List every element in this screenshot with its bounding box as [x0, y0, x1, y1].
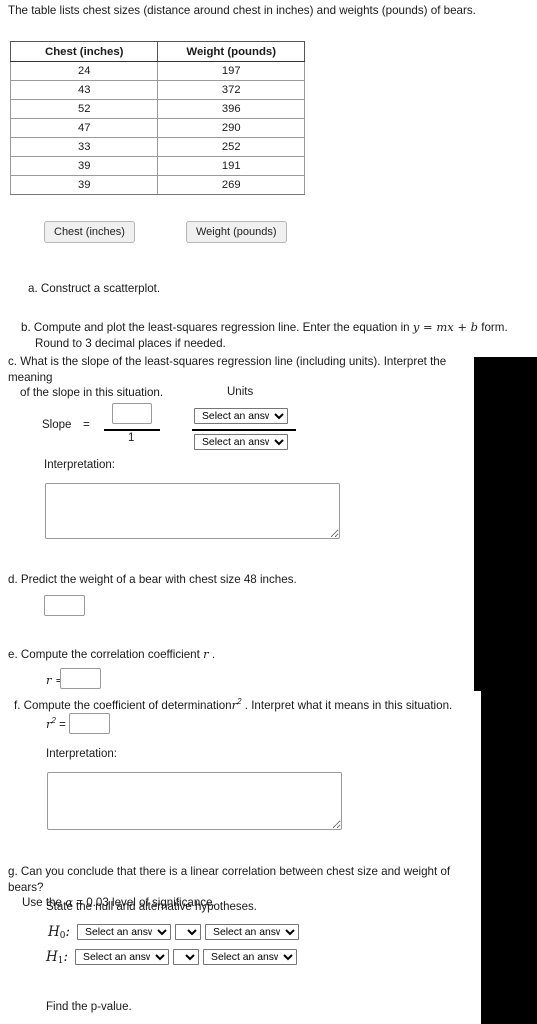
determination-coefficient-input[interactable] [69, 713, 110, 734]
cell-chest: 39 [9, 175, 159, 195]
h0-operator-select[interactable]: ? [175, 924, 202, 940]
question-f: f. Compute the coefficient of determinat… [14, 694, 454, 713]
occlusion-overlay-top [474, 357, 537, 691]
table-row: 24 197 [9, 61, 305, 81]
slope-denominator: 1 [128, 432, 135, 444]
cell-chest: 39 [9, 156, 159, 176]
column-header-weight: Weight (pounds) [157, 41, 305, 62]
question-d: d. Predict the weight of a bear with che… [8, 572, 428, 588]
question-b-text-part2: form. [481, 321, 508, 334]
intro-text: The table lists chest sizes (distance ar… [8, 4, 476, 17]
h1-operator-select[interactable]: ? [173, 949, 200, 965]
correlation-coefficient-input[interactable] [60, 668, 101, 689]
table-row: 39 269 [9, 175, 305, 195]
cell-chest: 24 [9, 61, 159, 81]
r2-equals: = [59, 718, 66, 731]
null-hypothesis-row: H0: Select an answer ? Select an answer [48, 924, 300, 941]
h0-right-select[interactable]: Select an answer [205, 924, 300, 940]
slope-label: Slope [42, 419, 72, 431]
question-f-text-part1: f. Compute the coefficient of determinat… [14, 698, 232, 712]
question-b-equation: y = mx + b [412, 320, 479, 334]
question-e-symbol-r: r [203, 647, 209, 661]
weight-variable-button[interactable]: Weight (pounds) [186, 221, 287, 243]
slope-fraction-bar [104, 429, 160, 431]
units-label: Units [227, 386, 254, 398]
h1-symbol: H1: [46, 949, 69, 966]
slope-equals-sign: = [83, 419, 90, 431]
question-d-text: d. Predict the weight of a bear with che… [8, 573, 297, 586]
table-row: 33 252 [9, 137, 305, 157]
question-e: e. Compute the correlation coefficient r… [8, 647, 428, 663]
question-b: b. Compute and plot the least-squares re… [21, 320, 521, 351]
find-p-value-text: Find the p-value. [46, 1001, 132, 1013]
interpretation-label-f: Interpretation: [46, 748, 117, 760]
determination-coefficient-label: r2 = [46, 716, 66, 731]
question-a: a. Construct a scatterplot. [28, 281, 328, 297]
occlusion-overlay-bottom [481, 691, 537, 1024]
hypotheses-prompt: State the null and alternative hypothese… [46, 901, 257, 913]
slope-units-numerator-select[interactable]: Select an answer [194, 408, 288, 424]
h1-subscript: 1 [57, 956, 64, 966]
cell-weight: 269 [157, 175, 305, 195]
question-b-text-part1: b. Compute and plot the least-squares re… [21, 321, 410, 334]
h0-colon: : [65, 924, 71, 940]
h1-right-select[interactable]: Select an answer [203, 949, 298, 965]
cell-weight: 252 [157, 137, 305, 157]
interpretation-textarea-f[interactable] [47, 772, 342, 830]
h1-left-select[interactable]: Select an answer [75, 949, 170, 965]
question-b-line2: Round to 3 decimal places if needed. [35, 336, 226, 350]
question-f-exponent: 2 [237, 697, 242, 706]
column-header-chest: Chest (inches) [9, 41, 159, 62]
cell-weight: 191 [157, 156, 305, 176]
slope-units-denominator-select[interactable]: Select an answer [194, 434, 288, 450]
question-f-text-part2: . Interpret what it means in this situat… [244, 698, 453, 712]
interpretation-label-c: Interpretation: [44, 459, 115, 471]
table-row: 43 372 [9, 80, 305, 100]
cell-weight: 396 [157, 99, 305, 119]
h0-symbol: H0: [48, 924, 71, 941]
h0-letter: H [48, 924, 60, 940]
table-row: 52 396 [9, 99, 305, 119]
table-row: 47 290 [9, 118, 305, 138]
cell-chest: 52 [9, 99, 159, 119]
slope-numerator-input[interactable] [112, 403, 152, 424]
question-e-text-part1: e. Compute the correlation coefficient [8, 648, 200, 661]
cell-chest: 33 [9, 137, 159, 157]
worksheet-page: The table lists chest sizes (distance ar… [0, 0, 537, 1024]
interpretation-textarea-c[interactable] [45, 483, 340, 539]
cell-chest: 43 [9, 80, 159, 100]
h0-left-select[interactable]: Select an answer [77, 924, 172, 940]
h1-colon: : [63, 949, 69, 965]
question-g-line1: g. Can you conclude that there is a line… [8, 865, 451, 894]
r2-exponent: 2 [51, 716, 56, 725]
table-row: 39 191 [9, 156, 305, 176]
cell-weight: 372 [157, 80, 305, 100]
predicted-weight-input[interactable] [44, 595, 85, 616]
cell-weight: 290 [157, 118, 305, 138]
alternative-hypothesis-row: H1: Select an answer ? Select an answer [46, 949, 298, 966]
table-header-row: Chest (inches) Weight (pounds) [9, 41, 305, 62]
units-fraction-bar [192, 429, 296, 431]
question-c-line1: c. What is the slope of the least-square… [8, 355, 447, 384]
question-e-text-part2: . [211, 648, 216, 661]
bear-data-table: Chest (inches) Weight (pounds) 24 197 43… [9, 41, 305, 195]
h0-subscript: 0 [59, 931, 66, 941]
cell-weight: 197 [157, 61, 305, 81]
question-a-text: a. Construct a scatterplot. [28, 282, 161, 295]
cell-chest: 47 [9, 118, 159, 138]
h1-letter: H [46, 949, 58, 965]
chest-variable-button[interactable]: Chest (inches) [44, 221, 135, 243]
